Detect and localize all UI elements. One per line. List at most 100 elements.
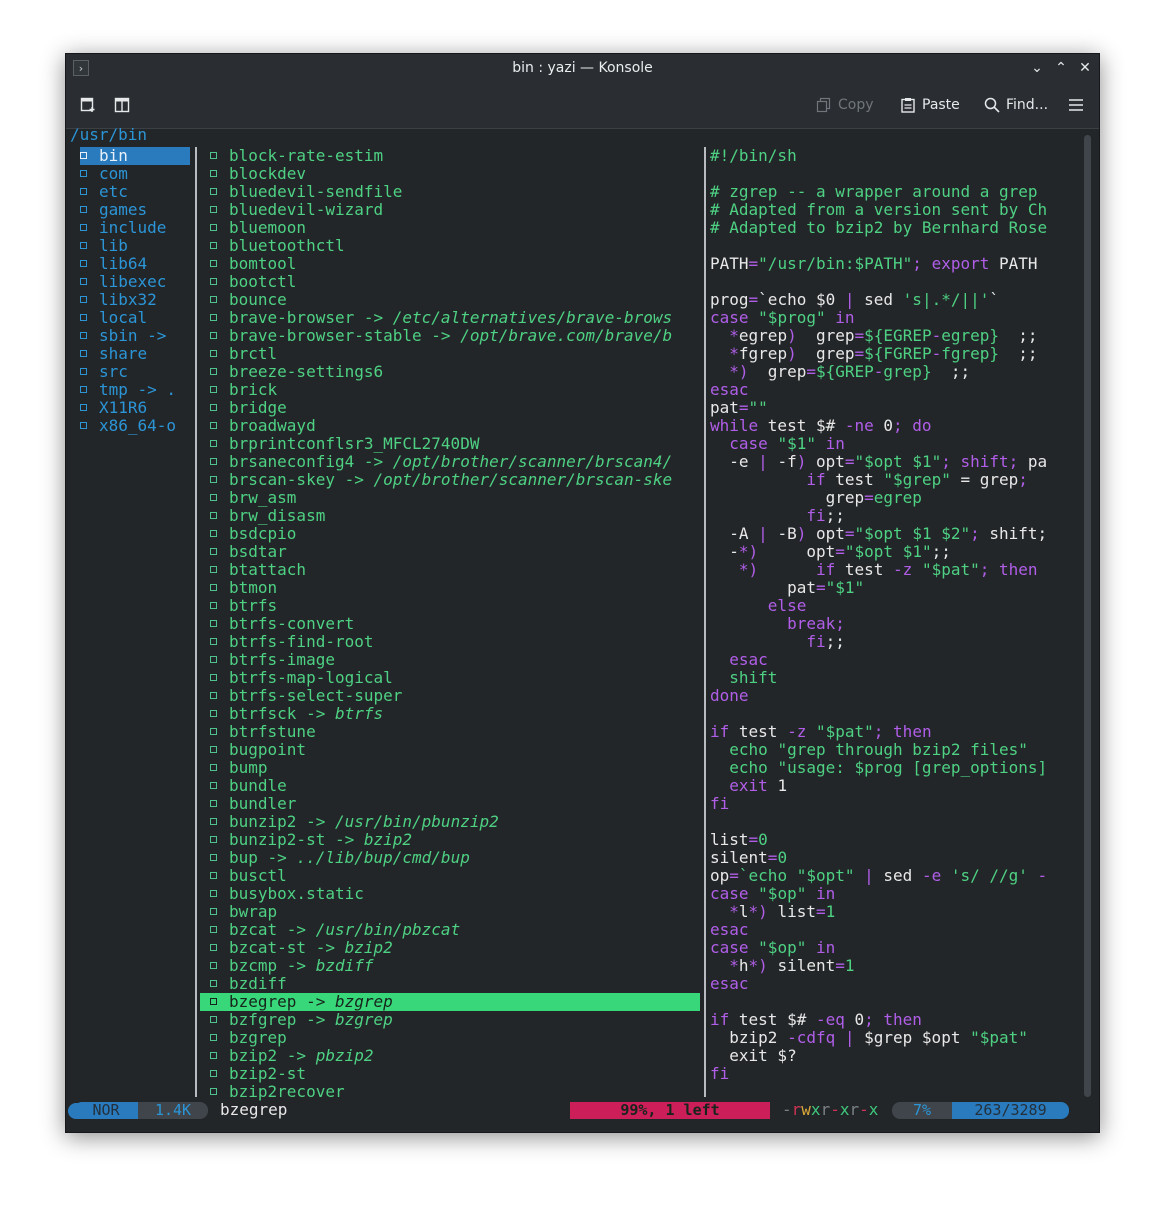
maximize-button[interactable]: ⌃ [1051, 58, 1071, 78]
perm-char: r [849, 1100, 860, 1119]
paste-button[interactable]: Paste [900, 93, 960, 117]
parent-dir-item[interactable]: X11R6 [80, 399, 147, 417]
file-item[interactable]: bridge [210, 399, 287, 417]
file-item[interactable]: btattach [210, 561, 306, 579]
find-button[interactable]: Find... [984, 93, 1048, 117]
file-item[interactable]: bunzip2 -> /usr/bin/pbunzip2 [210, 813, 499, 831]
code-token: * [710, 345, 739, 363]
file-item[interactable]: bump [210, 759, 268, 777]
file-item[interactable]: bluedevil-sendfile [210, 183, 402, 201]
file-item[interactable]: brsaneconfig4 -> /opt/brother/scanner/br… [210, 453, 672, 471]
file-item[interactable]: bzdiff [210, 975, 287, 993]
file-item[interactable]: broadwayd [210, 417, 316, 435]
code-token: "$grep" [883, 471, 961, 489]
file-item[interactable]: bounce [210, 291, 287, 309]
scrollbar-thumb[interactable] [1084, 135, 1091, 1097]
parent-dir-item[interactable]: bin [80, 147, 190, 165]
file-item[interactable]: bsdtar [210, 543, 287, 561]
parent-dir-item[interactable]: src [80, 363, 128, 381]
parent-dir-item[interactable]: com [80, 165, 128, 183]
code-token: = [815, 903, 826, 921]
file-item[interactable]: btmon [210, 579, 277, 597]
close-button[interactable]: ✕ [1075, 58, 1095, 78]
parent-dir-item[interactable]: sbin -> [80, 327, 166, 345]
code-token: exit [710, 777, 778, 795]
code-token: `echo [738, 867, 797, 885]
file-item-selected[interactable]: bzegrep -> bzgrep [200, 993, 700, 1011]
file-item[interactable]: bundle [210, 777, 287, 795]
file-item[interactable]: bluetoothctl [210, 237, 345, 255]
parent-dir-item[interactable]: x86_64-o [80, 417, 176, 435]
file-item[interactable]: brick [210, 381, 277, 399]
file-item[interactable]: bzfgrep -> bzgrep [210, 1011, 393, 1029]
file-item[interactable]: brw_disasm [210, 507, 325, 525]
file-item[interactable]: bunzip2-st -> bzip2 [210, 831, 412, 849]
file-size-indicator: 1.4K [138, 1102, 208, 1119]
file-item[interactable]: bzip2 -> pbzip2 [210, 1047, 374, 1065]
minimize-button[interactable]: ⌄ [1027, 58, 1047, 78]
file-name: btrfs [229, 596, 278, 615]
file-item[interactable]: breeze-settings6 [210, 363, 383, 381]
code-token: ; [941, 453, 961, 471]
file-item[interactable]: btrfs-convert [210, 615, 354, 633]
parent-dir-item[interactable]: share [80, 345, 147, 363]
file-item[interactable]: bluemoon [210, 219, 306, 237]
file-item[interactable]: bootctl [210, 273, 296, 291]
parent-dir-item[interactable]: local [80, 309, 147, 327]
file-item[interactable]: bluedevil-wizard [210, 201, 383, 219]
split-view-button[interactable] [114, 93, 130, 117]
file-item[interactable]: bugpoint [210, 741, 306, 759]
file-item[interactable]: busybox.static [210, 885, 364, 903]
menu-button[interactable] [1068, 93, 1084, 117]
code-token: sed [864, 291, 903, 309]
terminal-view[interactable]: /usr/bin bin com etc games include lib lib64 li… [66, 126, 1099, 1132]
file-item[interactable]: busctl [210, 867, 287, 885]
file-item[interactable]: btrfsck -> btrfs [210, 705, 383, 723]
file-item[interactable]: bzcat -> /usr/bin/pbzcat [210, 921, 460, 939]
file-item[interactable]: bomtool [210, 255, 296, 273]
parent-dir-item[interactable]: tmp -> . [80, 381, 176, 399]
file-item[interactable]: block-rate-estim [210, 147, 383, 165]
parent-dir-item[interactable]: lib64 [80, 255, 147, 273]
file-item[interactable]: btrfs [210, 597, 277, 615]
file-item[interactable]: brscan-skey -> /opt/brother/scanner/brsc… [210, 471, 672, 489]
file-item[interactable]: brprintconflsr3_MFCL2740DW [210, 435, 479, 453]
file-item[interactable]: bzgrep [210, 1029, 287, 1047]
new-tab-icon [80, 97, 95, 112]
parent-dir-item[interactable]: games [80, 201, 147, 219]
file-item[interactable]: bzcat-st -> bzip2 [210, 939, 393, 957]
code-token: grep [767, 363, 807, 381]
file-item[interactable]: btrfs-find-root [210, 633, 374, 651]
scrollbar[interactable] [1084, 135, 1091, 1097]
file-item[interactable]: brctl [210, 345, 277, 363]
file-item[interactable]: blockdev [210, 165, 306, 183]
file-item[interactable]: btrfs-map-logical [210, 669, 393, 687]
parent-dir-item[interactable]: libexec [80, 273, 166, 291]
file-item[interactable]: brave-browser-stable -> /opt/brave.com/b… [210, 327, 672, 345]
file-item[interactable]: btrfs-select-super [210, 687, 402, 705]
code-token: op [710, 867, 730, 885]
file-item[interactable]: bup -> ../lib/bup/cmd/bup [210, 849, 470, 867]
code-token: $grep $opt [864, 1029, 971, 1047]
new-tab-button[interactable] [80, 93, 96, 117]
parent-dir-item[interactable]: lib [80, 237, 128, 255]
code-token: ; [970, 525, 990, 543]
file-item[interactable]: btrfstune [210, 723, 316, 741]
file-item[interactable]: bzcmp -> bzdiff [210, 957, 374, 975]
dir-bullet-icon [80, 350, 87, 357]
parent-dir-label: bin [99, 146, 128, 165]
parent-dir-item[interactable]: etc [80, 183, 128, 201]
file-item[interactable]: bzip2-st [210, 1065, 306, 1083]
file-item[interactable]: bundler [210, 795, 296, 813]
file-item[interactable]: bsdcpio [210, 525, 296, 543]
copy-button[interactable]: Copy [816, 93, 874, 117]
parent-dir-item[interactable]: include [80, 219, 166, 237]
file-item[interactable]: bwrap [210, 903, 277, 921]
code-token: prog [710, 291, 749, 309]
parent-dir-item[interactable]: libx32 [80, 291, 157, 309]
file-item[interactable]: brw_asm [210, 489, 296, 507]
file-item[interactable]: btrfs-image [210, 651, 335, 669]
file-item[interactable]: brave-browser -> /etc/alternatives/brave… [210, 309, 672, 327]
code-token: if [815, 561, 845, 579]
file-item[interactable]: bzip2recover [210, 1083, 345, 1101]
